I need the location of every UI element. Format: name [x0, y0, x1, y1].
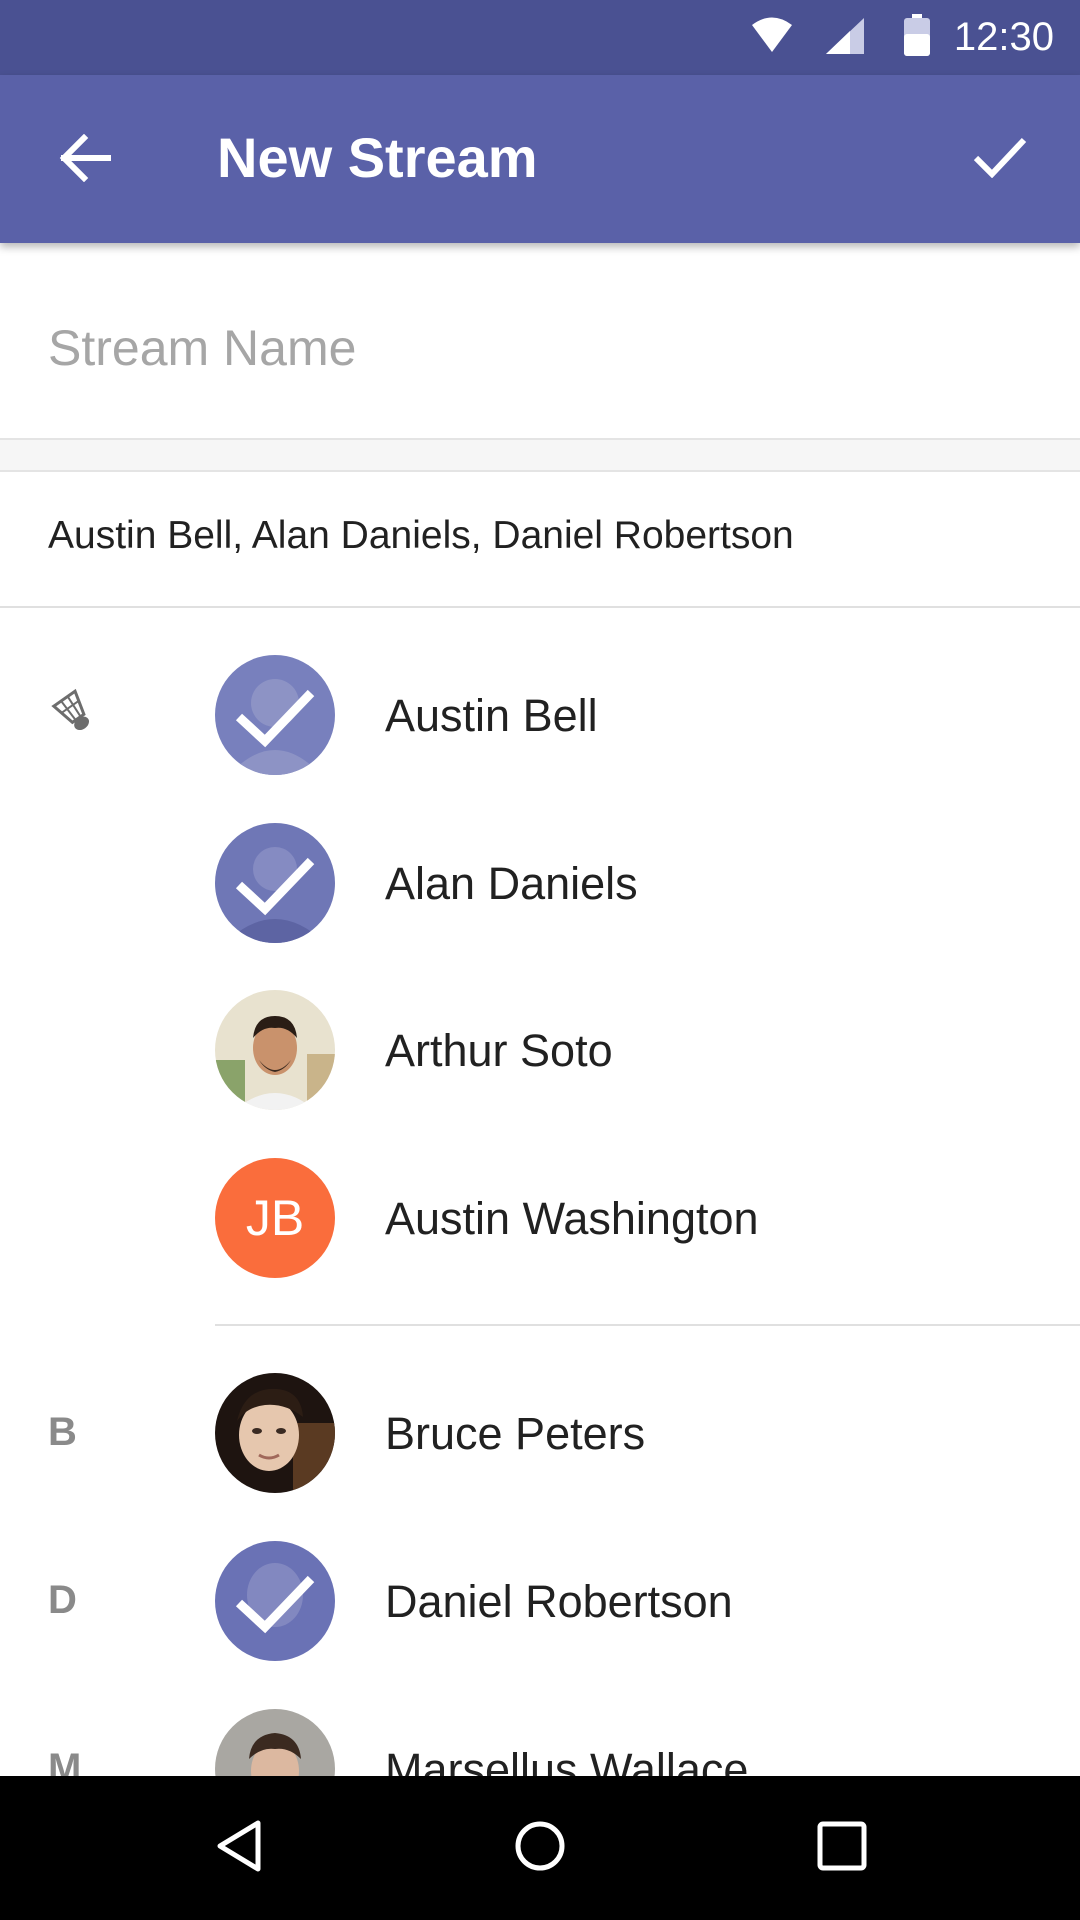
wifi-icon [752, 16, 792, 59]
page-title: New Stream [217, 126, 538, 189]
avatar [215, 990, 335, 1110]
section-letter: B [48, 1410, 77, 1454]
contact-row[interactable]: Alan Daniels [0, 808, 1080, 958]
contact-name: Alan Daniels [385, 858, 638, 909]
contact-row[interactable]: JB Austin Washington [0, 1143, 1080, 1293]
checkmark-icon [972, 134, 1028, 183]
contact-row[interactable]: D Daniel Robertson [0, 1526, 1080, 1676]
status-bar: 12:30 [0, 0, 1080, 75]
nav-recents-button[interactable] [782, 1798, 902, 1898]
cell-signal-icon [826, 18, 864, 59]
contact-name: Austin Bell [385, 690, 598, 741]
back-triangle-icon [214, 1819, 264, 1878]
nav-back-button[interactable] [179, 1798, 299, 1898]
nav-home-button[interactable] [480, 1798, 600, 1898]
avatar [215, 1541, 335, 1661]
section-divider [0, 440, 1080, 472]
contact-row[interactable]: Arthur Soto [0, 975, 1080, 1125]
divider [215, 1324, 1080, 1326]
navigation-bar [0, 1776, 1080, 1920]
back-button[interactable] [40, 115, 130, 205]
selected-contacts-text: Austin Bell, Alan Daniels, Daniel Robert… [48, 514, 794, 557]
avatar [215, 655, 335, 775]
avatar-initials: JB [215, 1158, 335, 1278]
home-circle-icon [513, 1819, 567, 1878]
section-letter: D [48, 1578, 77, 1622]
shuttlecock-icon [46, 686, 100, 741]
recents-square-icon [816, 1820, 868, 1877]
contact-name: Bruce Peters [385, 1408, 646, 1459]
selected-contacts-summary[interactable]: Austin Bell, Alan Daniels, Daniel Robert… [0, 472, 1080, 608]
contact-row[interactable]: B Bruce Peters [0, 1358, 1080, 1508]
stream-name-section [0, 243, 1080, 440]
avatar [215, 1373, 335, 1493]
status-time: 12:30 [953, 15, 1054, 59]
contact-row[interactable]: Austin Bell [0, 640, 1080, 790]
stream-name-input[interactable] [48, 313, 1028, 383]
contact-name: Arthur Soto [385, 1025, 613, 1076]
confirm-button[interactable] [950, 113, 1050, 203]
avatar [215, 823, 335, 943]
app-bar: New Stream [0, 75, 1080, 243]
battery-icon [904, 14, 930, 61]
contact-name: Austin Washington [385, 1193, 759, 1244]
arrow-back-icon [58, 133, 112, 187]
contact-name: Daniel Robertson [385, 1576, 733, 1627]
